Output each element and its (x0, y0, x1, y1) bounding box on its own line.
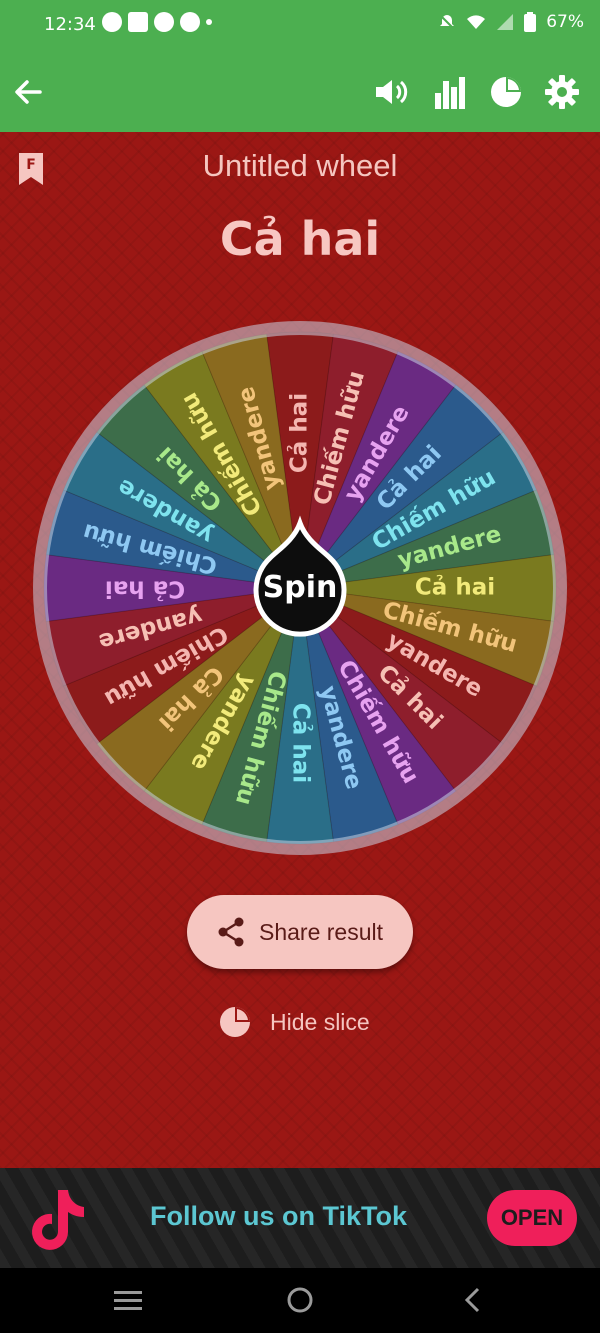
status-bar: 12:34 67% (0, 0, 600, 52)
share-icon (218, 917, 244, 947)
status-time: 12:34 (44, 14, 96, 35)
notification-icon (180, 12, 200, 32)
wifi-icon (467, 15, 486, 29)
more-dot-icon (206, 19, 212, 25)
back-arrow-icon (15, 80, 42, 104)
slice-label: Cả hai (415, 575, 495, 601)
battery-percent: 67% (546, 12, 584, 32)
notification-icon (102, 12, 122, 32)
slice-label: Cả hai (287, 393, 313, 473)
stats-button[interactable] (430, 72, 470, 112)
share-label: Share result (258, 918, 383, 945)
recents-icon[interactable] (114, 1290, 142, 1312)
spin-label: Spin (263, 570, 338, 605)
hide-slice-button[interactable]: Hide slice (218, 1005, 370, 1039)
share-result-button[interactable]: Share result (187, 895, 413, 969)
slices-button[interactable] (486, 72, 526, 112)
home-icon[interactable] (286, 1286, 314, 1314)
slice-label: Cả hai (288, 703, 314, 783)
pie-chart-icon (491, 77, 521, 107)
mail-icon (128, 12, 148, 32)
system-nav-bar (0, 1268, 600, 1333)
tiktok-logo-icon (32, 1190, 84, 1250)
battery-icon (524, 12, 537, 32)
bar-chart-icon (435, 77, 465, 109)
mute-icon (439, 14, 455, 30)
wheel-title[interactable]: Untitled wheel (0, 148, 600, 184)
pie-slice-icon (220, 1007, 250, 1037)
ad-banner[interactable]: Follow us on TikTok OPEN (0, 1168, 600, 1268)
spin-wheel[interactable]: Cả haiChiếm hữuyandereCả haiChiếm hữuyan… (30, 318, 570, 858)
volume-icon (376, 80, 408, 104)
ad-text: Follow us on TikTok (150, 1201, 408, 1231)
slice-label: Cả hai (105, 576, 185, 602)
back-button[interactable] (8, 72, 48, 112)
back-nav-icon[interactable] (462, 1286, 484, 1314)
notification-icon (154, 12, 174, 32)
hide-slice-label: Hide slice (270, 1008, 370, 1035)
signal-icon (497, 14, 514, 30)
spin-result: Cả hai (219, 212, 381, 266)
notification-icons (102, 12, 212, 32)
settings-button[interactable] (542, 72, 582, 112)
app-toolbar (0, 52, 600, 132)
gear-icon (545, 75, 579, 109)
system-status: 67% (438, 12, 584, 32)
open-button[interactable]: OPEN (487, 1190, 577, 1246)
sound-button[interactable] (372, 72, 412, 112)
